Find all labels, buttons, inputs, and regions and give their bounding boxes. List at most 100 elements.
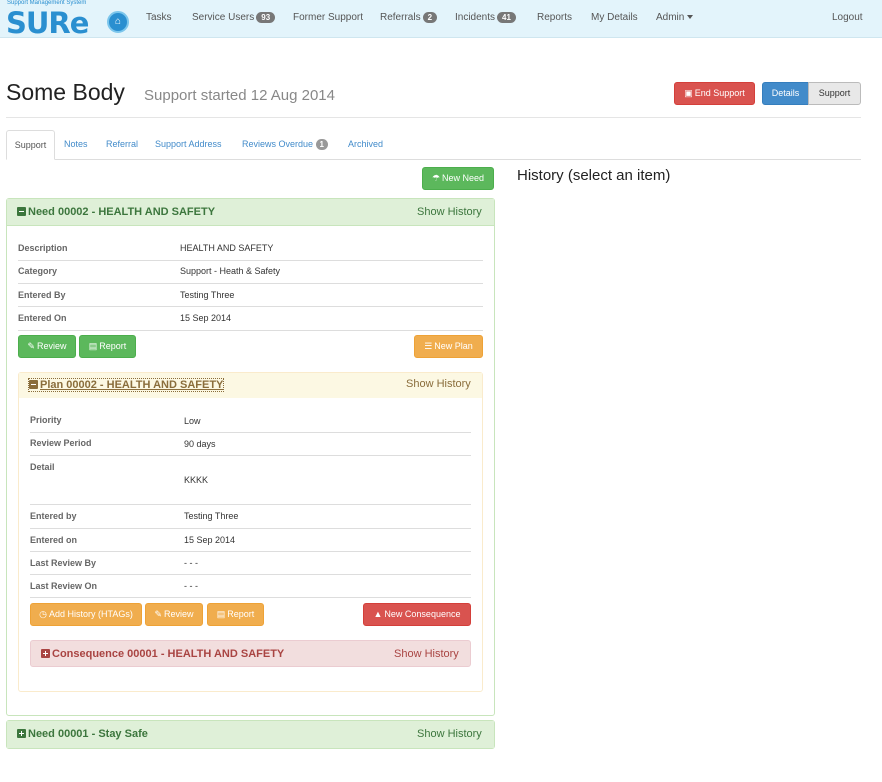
add-history-button[interactable]: ◷ Add History (HTAGs) [30,603,142,626]
detail-value: 15 Sep 2014 [184,535,236,545]
detail-value: HEALTH AND SAFETY [180,243,274,253]
consequence-panel-heading[interactable]: Consequence 00001 - HEALTH AND SAFETY Sh… [30,640,471,667]
new-need-button[interactable]: ☂ New Need [422,167,494,190]
need-review-button[interactable]: ✎ Review [18,335,76,358]
sure-logo[interactable]: Support Management System SURe ⌂ [6,0,129,40]
details-toggle-button[interactable]: Details [762,82,809,105]
need2-show-history-link[interactable]: Show History [417,728,482,740]
tab-support-address[interactable]: Support Address [155,139,222,149]
row-divider [18,283,483,284]
nav-incidents-label: Incidents [455,12,496,23]
reviews-overdue-count-badge: 1 [315,139,328,150]
consequence-title: Consequence 00001 - HEALTH AND SAFETY [41,648,284,660]
tabs-baseline [6,159,861,160]
detail-value: - - - [184,581,198,591]
detail-label: Priority [30,415,62,425]
row-divider [18,260,483,261]
detail-value: 15 Sep 2014 [180,313,232,323]
tab-notes[interactable]: Notes [64,139,88,149]
nav-admin-dropdown[interactable]: Admin [656,12,694,23]
caret-down-icon [687,15,694,20]
row-divider [30,432,471,433]
detail-label: Review Period [30,438,92,448]
tab-reviews-overdue-label: Reviews Overdue [242,139,314,149]
service-users-count-badge: 93 [256,12,276,23]
row-divider [30,597,471,598]
row-divider [18,330,483,331]
collapse-minus-icon [29,380,38,389]
nav-tasks[interactable]: Tasks [146,12,172,23]
need-report-label: Report [99,341,127,351]
detail-label: Entered On [18,313,67,323]
incidents-count-badge: 41 [497,12,516,23]
new-plan-label: New Plan [434,341,473,351]
tab-referral[interactable]: Referral [106,139,138,149]
clock-icon: ◷ [39,609,47,619]
pencil-icon: ✎ [154,609,163,619]
detail-value: Low [184,416,201,426]
row-divider [18,306,483,307]
warning-icon: ▲ [373,609,383,619]
end-support-label: End Support [694,88,745,98]
new-need-label: New Need [442,173,485,183]
plan-title-text: Plan 00002 - HEALTH AND SAFETY [40,379,224,391]
end-support-button[interactable]: ▣ End Support [674,82,755,105]
need2-title: Need 00001 - Stay Safe [17,728,148,740]
support-toggle-button[interactable]: Support [808,82,861,105]
plan-report-button[interactable]: ▤ Report [207,603,264,626]
detail-label: Entered By [18,290,66,300]
detail-label: Entered by [30,511,77,521]
need2-title-text: Need 00001 - Stay Safe [28,728,148,740]
plan-report-label: Report [227,609,255,619]
need-show-history-link[interactable]: Show History [417,206,482,218]
new-plan-button[interactable]: ☰ New Plan [414,335,483,358]
navbar: Support Management System SURe ⌂ Tasks S… [0,0,882,40]
tab-archived[interactable]: Archived [348,139,383,149]
nav-service-users[interactable]: Service Users 93 [192,12,276,23]
need-title: Need 00002 - HEALTH AND SAFETY [17,206,215,218]
plan-review-button[interactable]: ✎ Review [145,603,203,626]
page-title: Some Body [6,79,125,105]
nav-referrals[interactable]: Referrals 2 [380,12,438,23]
detail-label: Last Review On [30,581,98,591]
need-panel-heading[interactable]: Need 00002 - HEALTH AND SAFETY Show Hist… [7,199,494,226]
need-report-button[interactable]: ▤ Report [79,335,136,358]
row-divider [30,574,471,575]
referrals-count-badge: 2 [422,12,438,23]
plan-panel-heading[interactable]: Plan 00002 - HEALTH AND SAFETY Show Hist… [19,373,482,398]
nav-logout[interactable]: Logout [832,12,863,23]
plan-title[interactable]: Plan 00002 - HEALTH AND SAFETY [27,378,225,392]
detail-value: Testing Three [184,511,239,521]
detail-value: Support - Heath & Safety [180,266,281,276]
row-divider [30,504,471,505]
detail-label: Last Review By [30,558,97,568]
header-divider [6,117,861,118]
nav-my-details[interactable]: My Details [591,12,638,23]
list-icon: ☰ [424,341,433,351]
consequence-title-text: Consequence 00001 - HEALTH AND SAFETY [52,648,285,660]
detail-label: Entered on [30,535,78,545]
plan-review-label: Review [164,609,194,619]
row-divider [30,551,471,552]
nav-former-support[interactable]: Former Support [293,12,363,23]
nav-referrals-label: Referrals [380,12,421,23]
nav-admin-label: Admin [656,12,685,23]
tab-support[interactable]: Support [6,130,55,160]
detail-label: Description [18,243,68,253]
need-title-text: Need 00002 - HEALTH AND SAFETY [28,206,216,218]
need2-panel-heading[interactable]: Need 00001 - Stay Safe Show History [7,721,494,748]
tab-reviews-overdue[interactable]: Reviews Overdue 1 [242,139,328,150]
document-icon: ▤ [88,341,98,351]
expand-plus-icon [17,729,26,738]
plan-show-history-link[interactable]: Show History [406,378,471,390]
logo-wordmark: SURe [6,6,89,40]
umbrella-icon: ☂ [431,173,441,183]
nav-reports[interactable]: Reports [537,12,572,23]
nav-incidents[interactable]: Incidents 41 [455,12,516,23]
history-title: History (select an item) [517,167,671,184]
consequence-show-history-link[interactable]: Show History [394,648,459,660]
add-history-label: Add History (HTAGs) [49,609,133,619]
new-consequence-button[interactable]: ▲ New Consequence [363,603,471,626]
new-consequence-label: New Consequence [384,609,461,619]
nav-service-users-label: Service Users [192,12,255,23]
